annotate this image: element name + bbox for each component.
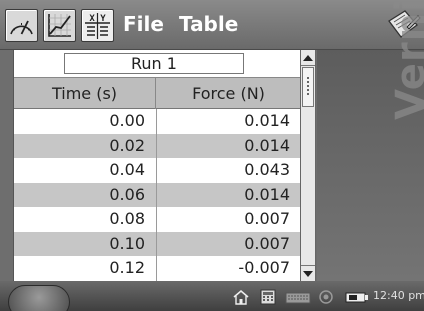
force-cell[interactable]: 0.014 (156, 134, 290, 159)
column-header-time[interactable]: Time (s) (14, 78, 156, 109)
force-cell[interactable]: 0.043 (156, 158, 290, 183)
force-cell[interactable]: 0.014 (156, 109, 290, 134)
calculator-icon[interactable] (260, 289, 276, 305)
table-row[interactable]: 0.06 0.014 (14, 182, 300, 208)
force-cell[interactable]: 0.014 (156, 183, 290, 208)
run-label[interactable]: Run 1 (64, 53, 244, 74)
time-cell[interactable]: 0.08 (14, 207, 145, 232)
force-cell[interactable]: 0.007 (156, 207, 290, 232)
time-cell[interactable]: 0.06 (14, 183, 145, 208)
table-row[interactable]: 0.02 0.014 (14, 133, 300, 159)
table-header: Time (s) Force (N) (14, 78, 300, 109)
data-table: Run 1 Time (s) Force (N) 0.00 0.014 0.02… (13, 50, 300, 281)
table-row[interactable]: 0.04 0.043 (14, 158, 300, 183)
table-row[interactable]: 0.10 0.007 (14, 231, 300, 257)
graph-view-icon[interactable] (43, 9, 76, 42)
battery-icon (345, 289, 369, 305)
column-divider (156, 109, 157, 281)
run-row: Run 1 (14, 50, 300, 78)
title-bar: X Y File Table (0, 0, 424, 50)
time-cell[interactable]: 0.04 (14, 158, 145, 183)
clock: 12:40 pm (373, 289, 424, 302)
start-button[interactable] (8, 285, 70, 311)
time-cell[interactable]: 0.00 (14, 109, 145, 134)
table-row[interactable]: 0.00 0.014 (14, 109, 300, 134)
column-header-force[interactable]: Force (N) (156, 78, 300, 109)
file-menu[interactable]: File (123, 11, 164, 37)
home-icon[interactable] (232, 289, 250, 305)
brand-watermark: Vernier (388, 0, 424, 120)
scroll-up-button[interactable] (301, 50, 315, 66)
table-row[interactable]: 0.12 -0.007 (14, 256, 300, 281)
vertical-scrollbar[interactable] (300, 50, 316, 281)
table-menu[interactable]: Table (179, 11, 238, 37)
time-cell[interactable]: 0.02 (14, 134, 145, 159)
time-cell[interactable]: 0.12 (14, 256, 145, 281)
speaker-icon[interactable] (317, 289, 335, 305)
force-cell[interactable]: -0.007 (156, 256, 290, 281)
scroll-thumb[interactable] (302, 67, 314, 107)
table-view-icon[interactable]: X Y (81, 9, 114, 42)
meter-view-icon[interactable] (5, 9, 38, 42)
keyboard-icon[interactable] (285, 289, 311, 305)
time-cell[interactable]: 0.10 (14, 232, 145, 257)
status-bar: 12:40 pm (0, 281, 424, 311)
scroll-down-button[interactable] (301, 265, 315, 281)
table-row[interactable]: 0.08 0.007 (14, 207, 300, 232)
force-cell[interactable]: 0.007 (156, 232, 290, 257)
